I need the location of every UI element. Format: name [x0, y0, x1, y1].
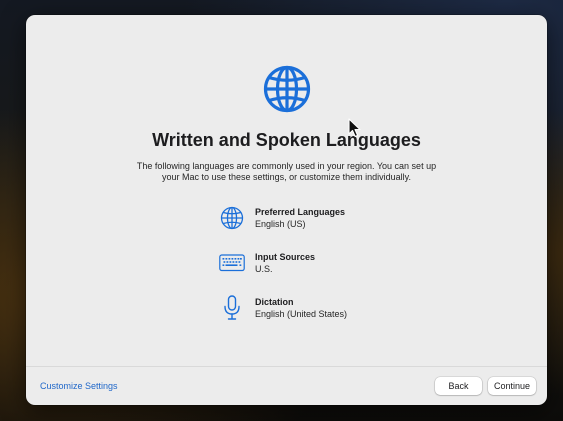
item-name: Input Sources [255, 252, 316, 262]
item-name: Dictation [255, 297, 294, 307]
setup-assistant-window: Written and Spoken Languages The followi… [26, 15, 547, 405]
globe-icon [263, 65, 311, 113]
input-sources-item: Input Sources U.S. [219, 250, 439, 278]
desktop-background: Written and Spoken Languages The followi… [0, 0, 563, 421]
back-button[interactable]: Back [435, 377, 482, 395]
globe-icon [220, 206, 244, 230]
page-title: Written and Spoken Languages [152, 130, 421, 150]
item-value: English (United States) [255, 309, 348, 319]
item-value: U.S. [255, 264, 273, 274]
footer-divider [26, 366, 547, 367]
page-description: The following languages are commonly use… [136, 161, 437, 182]
keyboard-icon [219, 254, 245, 272]
continue-button[interactable]: Continue [488, 377, 536, 395]
item-value: English (US) [255, 219, 306, 229]
preferred-languages-item: Preferred Languages English (US) [219, 205, 439, 233]
customize-settings-link[interactable]: Customize Settings [40, 381, 118, 391]
mouse-pointer-icon [348, 118, 361, 138]
microphone-icon [224, 295, 240, 320]
item-name: Preferred Languages [255, 207, 346, 217]
dictation-item: Dictation English (United States) [219, 295, 439, 323]
